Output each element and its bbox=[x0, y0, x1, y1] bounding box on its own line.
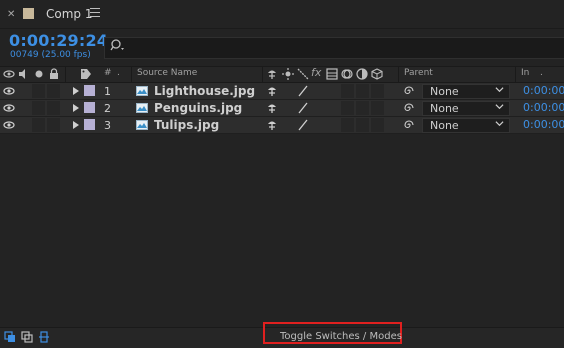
video-visibility-icon[interactable] bbox=[3, 119, 15, 131]
transfer-controls-pane-icon[interactable] bbox=[21, 331, 33, 343]
quality-switch-icon[interactable] bbox=[297, 102, 309, 114]
layer-switch-cell[interactable] bbox=[371, 118, 384, 132]
effects-fx-icon[interactable]: fx bbox=[311, 66, 321, 79]
layer-switch-cell[interactable] bbox=[356, 84, 369, 98]
layer-in-time[interactable]: 0:00:00:00 bbox=[523, 101, 564, 114]
frame-blending-icon[interactable] bbox=[326, 68, 338, 80]
number-column-header[interactable]: # bbox=[104, 68, 112, 78]
shy-icon[interactable] bbox=[266, 68, 278, 80]
in-column-header[interactable]: In bbox=[521, 68, 529, 78]
layer-label-color[interactable] bbox=[84, 85, 95, 96]
shy-switch-icon[interactable] bbox=[266, 119, 278, 131]
label-tag-icon[interactable] bbox=[80, 68, 92, 80]
adjustment-layer-icon[interactable] bbox=[356, 68, 368, 80]
quality-switch-icon[interactable] bbox=[297, 85, 309, 97]
timing-pane-icon[interactable] bbox=[38, 331, 50, 343]
image-file-icon bbox=[136, 120, 148, 130]
layer-source-name[interactable]: Penguins.jpg bbox=[154, 101, 242, 115]
chevron-down-icon bbox=[495, 87, 504, 93]
close-tab-icon[interactable]: ✕ bbox=[7, 9, 15, 20]
layer-switch-cell[interactable] bbox=[341, 84, 354, 98]
layer-number: 2 bbox=[104, 102, 111, 115]
expand-arrow-icon[interactable] bbox=[70, 102, 82, 114]
parent-dropdown-value: None bbox=[430, 119, 459, 132]
solo-toggle[interactable] bbox=[32, 118, 45, 132]
lock-toggle[interactable] bbox=[47, 101, 60, 115]
lock-toggle[interactable] bbox=[47, 84, 60, 98]
current-time-display[interactable]: 0:00:29:24 bbox=[9, 31, 108, 50]
layer-search-input[interactable] bbox=[104, 37, 564, 59]
parent-column-header[interactable]: Parent bbox=[404, 68, 433, 78]
toggle-switches-modes-label: Toggle Switches / Modes bbox=[280, 331, 402, 342]
parent-dropdown-value: None bbox=[430, 102, 459, 115]
chevron-down-icon bbox=[495, 104, 504, 110]
shy-switch-icon[interactable] bbox=[266, 102, 278, 114]
layer-number: 1 bbox=[104, 85, 111, 98]
layer-switch-cell[interactable] bbox=[341, 101, 354, 115]
layer-source-name[interactable]: Tulips.jpg bbox=[154, 118, 219, 132]
pick-whip-icon[interactable] bbox=[403, 85, 415, 97]
panel-menu-icon[interactable] bbox=[90, 8, 100, 17]
pick-whip-icon[interactable] bbox=[403, 119, 415, 131]
image-file-icon bbox=[136, 103, 148, 113]
layer-switches-pane-icon[interactable] bbox=[4, 331, 16, 343]
parent-dropdown[interactable]: None bbox=[422, 101, 510, 116]
layer-switch-cell[interactable] bbox=[356, 101, 369, 115]
layer-in-time[interactable]: 0:00:00:00 bbox=[523, 118, 564, 131]
source-name-column-header[interactable]: Source Name bbox=[137, 68, 197, 78]
video-visibility-icon[interactable] bbox=[3, 102, 15, 114]
solo-toggle[interactable] bbox=[32, 84, 45, 98]
parent-dropdown[interactable]: None bbox=[422, 84, 510, 99]
quality-icon[interactable] bbox=[297, 68, 309, 80]
layer-in-time[interactable]: 0:00:00:00 bbox=[523, 84, 564, 97]
solo-toggle[interactable] bbox=[32, 101, 45, 115]
shy-switch-icon[interactable] bbox=[266, 85, 278, 97]
layer-switch-cell[interactable] bbox=[356, 118, 369, 132]
expand-arrow-icon[interactable] bbox=[70, 85, 82, 97]
video-visibility-icon[interactable] bbox=[3, 68, 15, 80]
layer-switch-cell[interactable] bbox=[371, 101, 384, 115]
layer-source-name[interactable]: Lighthouse.jpg bbox=[154, 84, 255, 98]
audio-icon[interactable] bbox=[17, 68, 29, 80]
parent-dropdown[interactable]: None bbox=[422, 118, 510, 133]
layer-switch-cell[interactable] bbox=[341, 118, 354, 132]
search-icon[interactable] bbox=[110, 38, 126, 54]
comp-color-swatch bbox=[23, 8, 34, 19]
in-sort-indicator: . bbox=[540, 68, 543, 78]
pick-whip-icon[interactable] bbox=[403, 102, 415, 114]
parent-dropdown-value: None bbox=[430, 85, 459, 98]
layer-switch-cell[interactable] bbox=[371, 84, 384, 98]
layer-label-color[interactable] bbox=[84, 102, 95, 113]
lock-icon[interactable] bbox=[48, 68, 60, 80]
image-file-icon bbox=[136, 86, 148, 96]
solo-icon[interactable] bbox=[33, 68, 45, 80]
sort-indicator: . bbox=[117, 68, 120, 78]
video-visibility-icon[interactable] bbox=[3, 85, 15, 97]
collapse-transformations-icon[interactable] bbox=[282, 68, 294, 80]
composition-tab-title[interactable]: Comp 1 bbox=[46, 7, 92, 21]
layer-number: 3 bbox=[104, 119, 111, 132]
layer-label-color[interactable] bbox=[84, 119, 95, 130]
3d-layer-icon[interactable] bbox=[371, 68, 383, 80]
chevron-down-icon bbox=[495, 121, 504, 127]
frame-rate-info: 00749 (25.00 fps) bbox=[10, 50, 91, 60]
expand-arrow-icon[interactable] bbox=[70, 119, 82, 131]
lock-toggle[interactable] bbox=[47, 118, 60, 132]
quality-switch-icon[interactable] bbox=[297, 119, 309, 131]
motion-blur-icon[interactable] bbox=[341, 68, 353, 80]
